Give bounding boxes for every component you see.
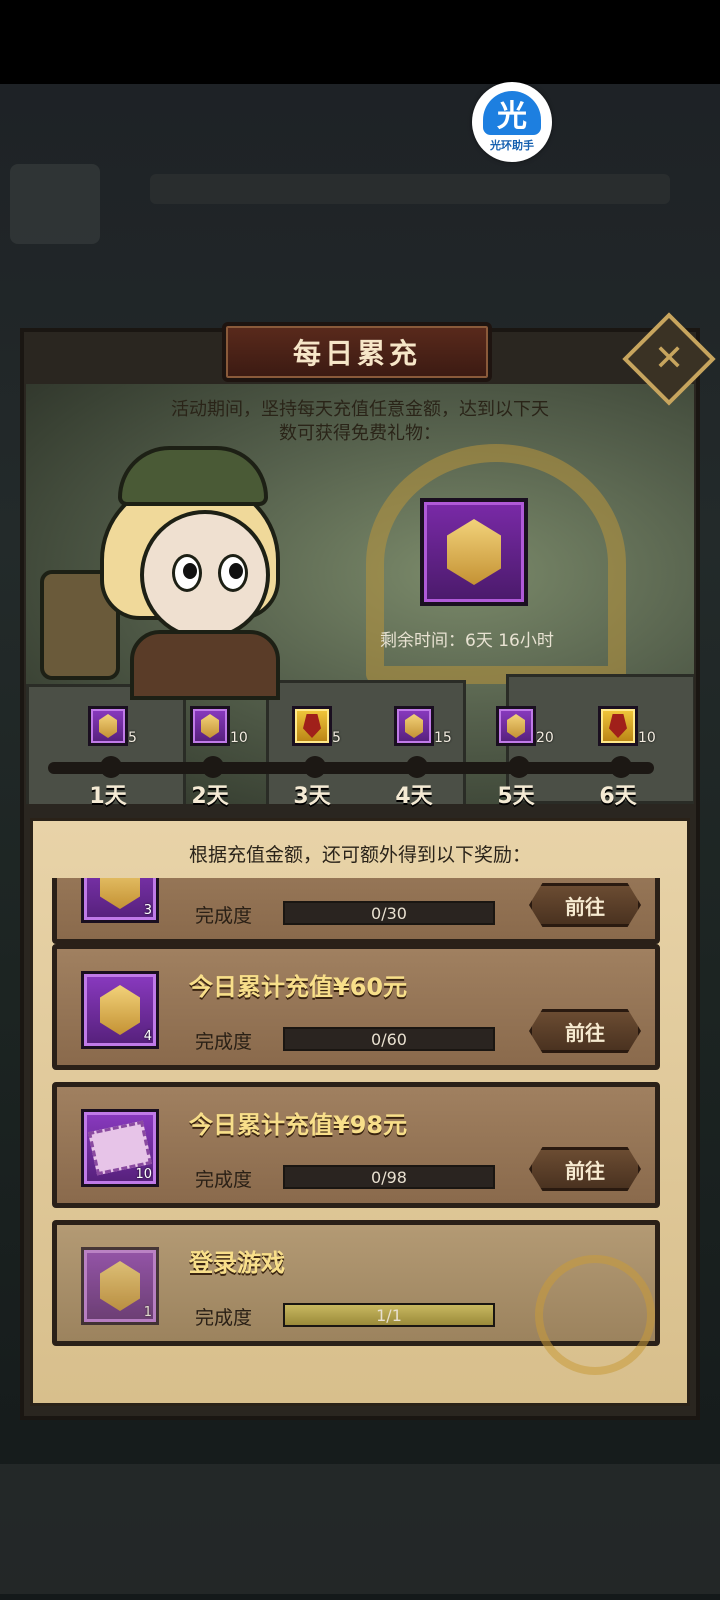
progress-text: 0/30 (371, 904, 407, 923)
reward-qty: 5 (128, 730, 137, 746)
progress-bar: 0/30 (283, 901, 495, 925)
reward-qty: 10 (230, 730, 248, 746)
progress-bar: 0/60 (283, 1027, 495, 1051)
task-reward-icon[interactable]: 10 (81, 1109, 159, 1187)
token-icon (405, 714, 423, 738)
reward-icon (292, 706, 332, 746)
reward-qty: 3 (143, 903, 152, 918)
day-reward-6[interactable]: 10 6天 (588, 706, 656, 809)
remaining-time: 剩余时间：6天 16小时 (380, 631, 554, 651)
background-hud (150, 174, 670, 204)
day-label: 2天 (191, 784, 229, 809)
track-node (304, 756, 326, 778)
character-body (130, 630, 280, 700)
day-label: 5天 (497, 784, 535, 809)
go-button[interactable]: 前往 (529, 1147, 641, 1191)
task-row: 3 完成度 0/30 前往 (52, 878, 660, 944)
progress-bar: 1/1 (283, 1303, 495, 1327)
description-line-1: 活动期间，坚持每天充值任意金额，达到以下天 (171, 399, 549, 420)
progress-text: 0/98 (371, 1168, 407, 1187)
reward-icon (88, 706, 128, 746)
task-reward-icon[interactable]: 1 (81, 1247, 159, 1325)
hero-card-icon (609, 714, 627, 738)
close-icon: ✕ (653, 337, 685, 379)
character-face (140, 510, 270, 640)
day-reward-3[interactable]: 5 3天 (282, 706, 342, 809)
task-row: 10 今日累计充值¥98元 完成度 0/98 前往 (52, 1082, 660, 1208)
track-node (202, 756, 224, 778)
progress-text: 1/1 (376, 1306, 402, 1325)
go-button[interactable]: 前往 (529, 1009, 641, 1053)
character-illustration (40, 440, 310, 700)
reward-qty: 4 (143, 1029, 152, 1044)
reward-qty: 15 (434, 730, 452, 746)
reward-qty: 5 (332, 730, 341, 746)
progress-label: 完成度 (195, 1031, 253, 1053)
progress-bar: 0/98 (283, 1165, 495, 1189)
gold-token-icon (447, 519, 501, 585)
reward-qty: 20 (536, 730, 554, 746)
day-label: 1天 (89, 784, 127, 809)
token-icon (201, 714, 219, 738)
token-icon (100, 985, 140, 1035)
track-node (610, 756, 632, 778)
character-hat (118, 446, 268, 506)
reward-icon (496, 706, 536, 746)
token-icon (100, 878, 140, 909)
dialog-title: 每日累充 (292, 337, 421, 370)
task-row: 1 登录游戏 完成度 1/1 (52, 1220, 660, 1375)
background-bottom-menu (0, 1464, 720, 1594)
track-node (406, 756, 428, 778)
track-node (508, 756, 530, 778)
task-name: 登录游戏 (189, 1249, 285, 1277)
day-progress-track (48, 762, 654, 774)
task-name: 今日累计充值¥98元 (189, 1111, 408, 1139)
featured-reward[interactable] (420, 498, 528, 606)
character-eye (172, 554, 202, 592)
token-icon (507, 714, 525, 738)
helper-logo-icon: 光 (483, 91, 541, 135)
day-reward-2[interactable]: 10 2天 (180, 706, 248, 809)
status-bar-area (0, 0, 720, 84)
go-button[interactable]: 前往 (529, 883, 641, 927)
day-label: 3天 (293, 784, 331, 809)
progress-text: 0/60 (371, 1030, 407, 1049)
reward-qty: 10 (135, 1167, 152, 1182)
claimed-stamp-icon (535, 1255, 655, 1375)
token-icon (99, 714, 117, 738)
character-eye (218, 554, 248, 592)
task-name: 今日累计充值¥60元 (189, 973, 408, 1001)
progress-label: 完成度 (195, 905, 253, 927)
hero-card-icon (303, 714, 321, 738)
dialog-title-plate: 每日累充 (222, 322, 492, 382)
reward-qty: 10 (638, 730, 656, 746)
background-avatar (10, 164, 100, 244)
progress-label: 完成度 (195, 1307, 253, 1329)
day-label: 4天 (395, 784, 433, 809)
reward-qty: 1 (143, 1305, 152, 1320)
day-reward-4[interactable]: 15 4天 (384, 706, 452, 809)
day-reward-1[interactable]: 5 1天 (78, 706, 138, 809)
day-reward-5[interactable]: 20 5天 (486, 706, 554, 809)
reward-icon (598, 706, 638, 746)
progress-label: 完成度 (195, 1169, 253, 1191)
task-list[interactable]: 3 完成度 0/30 前往 4 今日累计充值¥60元 完成度 0/60 前往 1… (52, 878, 660, 1382)
extra-rewards-header: 根据充值金额，还可额外得到以下奖励： (188, 844, 531, 866)
helper-float-button[interactable]: 光 光环助手 (472, 82, 552, 162)
task-reward-icon[interactable]: 3 (81, 878, 159, 923)
event-description: 活动期间，坚持每天充值任意金额，达到以下天 数可获得免费礼物： (110, 398, 610, 446)
token-icon (100, 1261, 140, 1311)
reward-icon (190, 706, 230, 746)
reward-icon (394, 706, 434, 746)
task-reward-icon[interactable]: 4 (81, 971, 159, 1049)
track-node (100, 756, 122, 778)
helper-caption: 光环助手 (490, 139, 534, 152)
task-row: 4 今日累计充值¥60元 完成度 0/60 前往 (52, 944, 660, 1070)
day-label: 6天 (599, 784, 637, 809)
